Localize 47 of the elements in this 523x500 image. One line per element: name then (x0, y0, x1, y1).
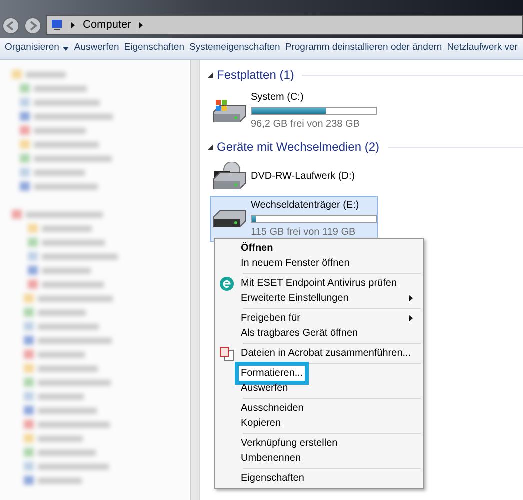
toolbar-button[interactable]: Programm deinstallieren oder ändern (284, 41, 444, 56)
submenu-arrow-icon (409, 295, 413, 302)
menu-item[interactable]: Kopieren (217, 416, 421, 431)
menu-item[interactable]: Formatieren... (217, 366, 421, 381)
drive-name: Wechseldatenträger (E:) (251, 199, 360, 213)
collapse-arrow-icon[interactable] (208, 144, 213, 150)
dvd-drive-icon (213, 162, 247, 190)
breadcrumb-item[interactable]: Computer (83, 16, 132, 34)
menu-item[interactable]: Mit ESET Endpoint Antivirus prüfen (217, 276, 421, 291)
scrollbar[interactable] (190, 60, 199, 500)
free-space-text: 115 GB frei von 119 GB (251, 226, 357, 240)
document-icon (220, 346, 234, 360)
menu-item[interactable]: Dateien in Acrobat zusammenführen... (217, 346, 421, 361)
toolbar-button[interactable]: Netzlaufwerk ver (446, 41, 519, 56)
group-heading: Geräte mit Wechselmedien (2) (217, 139, 380, 156)
dropdown-caret-icon (63, 46, 70, 50)
toolbar-button[interactable]: Eigenschaften (123, 41, 186, 56)
toolbar-button[interactable]: Auswerfen (73, 41, 120, 56)
free-space-text: 96,2 GB frei von 238 GB (251, 118, 361, 132)
drive-item[interactable]: System (C:) 96,2 GB frei von 238 GB (210, 88, 378, 134)
toolbar-button[interactable]: Systemeigenschaften (188, 41, 282, 56)
menu-item[interactable]: In neuem Fenster öffnen (217, 256, 421, 271)
hard-drive-icon (213, 99, 247, 123)
address-bar[interactable]: Computer (46, 15, 523, 35)
group-heading: Festplatten (1) (217, 67, 294, 84)
menu-item[interactable]: Verknüpfung erstellen (217, 436, 421, 451)
menu-item[interactable]: Freigeben für (217, 311, 421, 326)
menu-item[interactable]: Eigenschaften (217, 471, 421, 486)
computer-icon (51, 19, 63, 31)
menu-item[interactable]: Als tragbares Gerät öffnen (217, 326, 421, 341)
drive-item[interactable]: Wechseldatenträger (E:) 115 GB frei von 119 GB (210, 196, 378, 242)
breadcrumb-arrow-icon[interactable] (71, 22, 75, 28)
back-icon[interactable] (2, 17, 20, 35)
menu-item[interactable]: Umbenennen (217, 451, 421, 466)
drive-name: DVD-RW-Laufwerk (D:) (251, 170, 356, 184)
submenu-arrow-icon (409, 315, 413, 322)
menu-item[interactable]: Auswerfen (217, 381, 421, 396)
collapse-arrow-icon[interactable] (208, 72, 213, 78)
drive-item[interactable]: DVD-RW-Laufwerk (D:) (210, 160, 378, 192)
menu-item[interactable]: Erweiterte Einstellungen (217, 291, 421, 306)
drive-name: System (C:) (251, 91, 305, 105)
toolbar-button[interactable]: Organisieren (4, 41, 70, 56)
hard-drive-icon (213, 210, 247, 228)
forward-icon[interactable] (24, 17, 42, 35)
breadcrumb-arrow-icon[interactable] (139, 22, 144, 28)
menu-item[interactable]: Öffnen (217, 241, 421, 256)
menu-item[interactable]: Ausschneiden (217, 401, 421, 416)
